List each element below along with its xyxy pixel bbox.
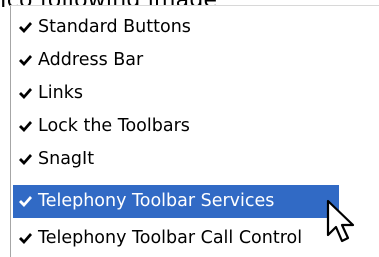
menu-item-telephony-toolbar-call-control[interactable]: Telephony Toolbar Call Control xyxy=(13,222,379,255)
check-icon xyxy=(15,11,35,44)
menu-item-label: Telephony Toolbar Services xyxy=(38,190,275,211)
menu-item-snagit[interactable]: SnagIt xyxy=(13,143,379,176)
check-icon xyxy=(15,222,35,255)
menu-item-links[interactable]: Links xyxy=(13,77,379,110)
check-icon xyxy=(15,44,35,77)
menu-item-label: SnagIt xyxy=(38,148,95,169)
menu-item-label: Address Bar xyxy=(38,49,144,70)
menu-item-lock-the-toolbars[interactable]: Lock the Toolbars xyxy=(13,110,379,143)
menu-item-standard-buttons[interactable]: Standard Buttons xyxy=(13,11,379,44)
menu-item-label: Standard Buttons xyxy=(38,16,191,37)
menu-item-address-bar[interactable]: Address Bar xyxy=(13,44,379,77)
toolbars-context-menu: Standard Buttons Address Bar Links Lock … xyxy=(10,5,379,257)
menu-item-label: Telephony Toolbar Call Control xyxy=(38,227,303,248)
check-icon xyxy=(15,143,35,176)
menu-item-telephony-toolbar-services[interactable]: Telephony Toolbar Services xyxy=(13,185,339,218)
arrow-cursor-icon xyxy=(326,199,366,249)
menu-item-label: Links xyxy=(38,82,83,103)
check-icon xyxy=(15,185,35,218)
check-icon xyxy=(15,110,35,143)
check-icon xyxy=(15,77,35,110)
menu-item-label: Lock the Toolbars xyxy=(38,115,190,136)
screenshot: Ico following image Standard Buttons Add… xyxy=(0,0,379,257)
